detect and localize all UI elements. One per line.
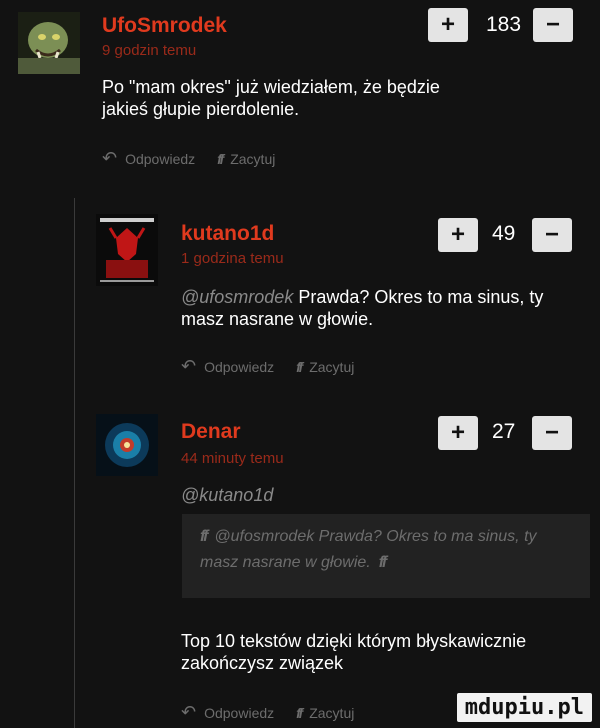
downvote-button[interactable]: − bbox=[532, 416, 572, 450]
comment-text: Top 10 tekstów dzięki którym błyskawiczn… bbox=[181, 631, 527, 673]
reply-icon[interactable]: ↶ bbox=[102, 148, 117, 169]
quote-close-icon: ff bbox=[378, 554, 388, 571]
quote-open-icon: ff bbox=[200, 528, 209, 545]
score: 27 bbox=[492, 420, 516, 443]
quote-link[interactable]: Zacytuj bbox=[230, 151, 275, 167]
upvote-button[interactable]: + bbox=[438, 416, 478, 450]
username[interactable]: Denar bbox=[181, 420, 241, 444]
quoted-comment: ff @ufosmrodek Prawda? Okres to ma sinus,… bbox=[182, 514, 590, 598]
mention-link[interactable]: @ufosmrodek bbox=[181, 287, 293, 307]
reply-link[interactable]: Odpowiedz bbox=[125, 151, 195, 167]
comment-actions: ↶ Odpowiedz ff Zacytuj bbox=[102, 148, 275, 169]
reply-icon[interactable]: ↶ bbox=[181, 702, 196, 723]
quote-icon[interactable]: ff bbox=[296, 359, 303, 375]
comment-text: @ufosmrodek Prawda? Okres to ma sinus, t… bbox=[181, 286, 581, 330]
reply-icon[interactable]: ↶ bbox=[181, 356, 196, 377]
username[interactable]: UfoSmrodek bbox=[102, 14, 227, 38]
timestamp: 9 godzin temu bbox=[102, 42, 197, 59]
reply-link[interactable]: Odpowiedz bbox=[204, 359, 274, 375]
mention-link[interactable]: @kutano1d bbox=[181, 484, 273, 506]
downvote-button[interactable]: − bbox=[533, 8, 573, 42]
score: 183 bbox=[486, 13, 522, 36]
upvote-button[interactable]: + bbox=[438, 218, 478, 252]
timestamp: 1 godzina temu bbox=[181, 250, 284, 267]
galaxy-eye-avatar-icon bbox=[96, 414, 158, 476]
watermark: mdupiu.pl bbox=[456, 693, 592, 722]
score: 49 bbox=[492, 222, 516, 245]
quote-link[interactable]: Zacytuj bbox=[309, 359, 354, 375]
red-demon-poster-avatar-icon bbox=[96, 214, 158, 286]
thread-line bbox=[74, 198, 75, 728]
comment-actions: ↶ Odpowiedz ff Zacytuj bbox=[181, 356, 354, 377]
orc-warrior-avatar-icon bbox=[18, 12, 80, 74]
avatar[interactable] bbox=[96, 214, 158, 286]
downvote-button[interactable]: − bbox=[532, 218, 572, 252]
quote-link[interactable]: Zacytuj bbox=[309, 705, 354, 721]
quote-icon[interactable]: ff bbox=[217, 151, 224, 167]
quoted-text: @ufosmrodek Prawda? Okres to ma sinus, t… bbox=[200, 528, 537, 571]
reply-link[interactable]: Odpowiedz bbox=[204, 705, 274, 721]
avatar[interactable] bbox=[18, 12, 80, 74]
comment-actions: ↶ Odpowiedz ff Zacytuj bbox=[181, 702, 354, 723]
avatar[interactable] bbox=[96, 414, 158, 476]
comment-text: Po "mam okres" już wiedziałem, że będzie… bbox=[102, 77, 440, 119]
upvote-button[interactable]: + bbox=[428, 8, 468, 42]
username[interactable]: kutano1d bbox=[181, 222, 274, 246]
timestamp: 44 minuty temu bbox=[181, 450, 284, 467]
quote-icon[interactable]: ff bbox=[296, 705, 303, 721]
